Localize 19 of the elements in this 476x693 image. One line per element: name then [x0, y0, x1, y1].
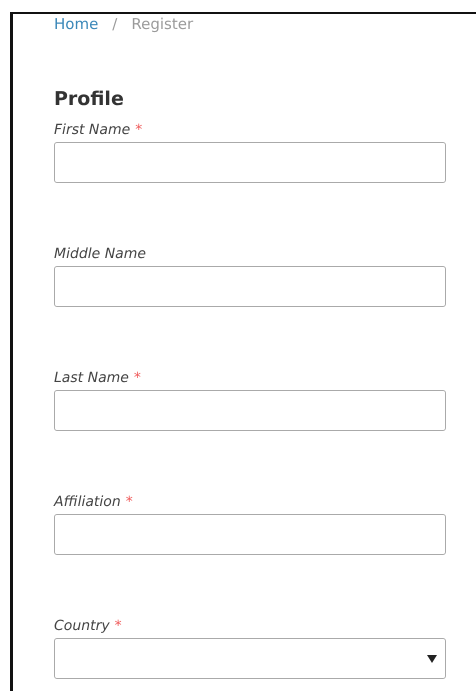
field-label: Last Name [54, 369, 129, 388]
field-label: Country [54, 617, 110, 636]
input-field[interactable] [54, 514, 446, 555]
dropdown-field[interactable] [54, 638, 446, 679]
input-field[interactable] [54, 142, 446, 183]
breadcrumb-link[interactable]: Home [54, 14, 98, 34]
breadcrumb-separator: / [112, 14, 118, 34]
input-field[interactable] [54, 390, 446, 431]
required-mark: * [114, 618, 122, 634]
field-label: Affiliation [54, 493, 121, 512]
required-mark: * [135, 122, 142, 138]
field-label: Middle Name [54, 245, 146, 264]
required-mark: * [134, 370, 141, 386]
required-mark: * [126, 494, 133, 510]
section-heading: Profile [54, 87, 125, 112]
caret-icon [427, 655, 437, 663]
breadcrumb-current: Register [131, 14, 194, 34]
input-field[interactable] [54, 266, 446, 307]
field-label: First Name [54, 121, 130, 140]
